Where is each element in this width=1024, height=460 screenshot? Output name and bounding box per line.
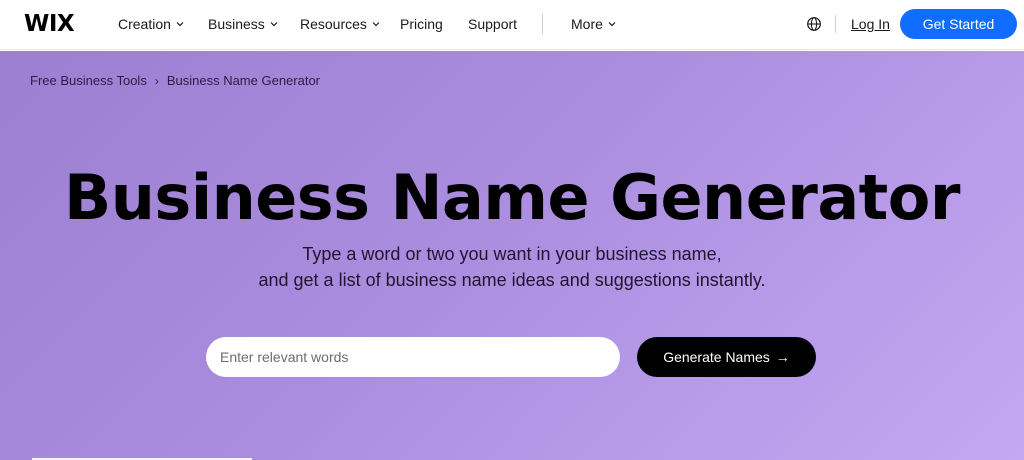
nav-item-creation[interactable]: Creation <box>118 16 185 32</box>
chevron-down-icon <box>607 19 617 29</box>
chevron-down-icon <box>371 19 381 29</box>
login-link[interactable]: Log In <box>851 16 890 32</box>
nav-item-resources[interactable]: Resources <box>300 16 381 32</box>
nav-item-label: Resources <box>300 16 367 32</box>
chevron-down-icon <box>269 19 279 29</box>
page-title: Business Name Generator <box>64 161 960 234</box>
globe-icon[interactable] <box>806 16 822 32</box>
breadcrumb-separator-icon: › <box>154 73 159 88</box>
nav-item-business[interactable]: Business <box>208 16 279 32</box>
breadcrumb: Free Business Tools › Business Name Gene… <box>30 73 320 88</box>
nav-item-support[interactable]: Support <box>468 16 517 32</box>
nav-item-label: Business <box>208 16 265 32</box>
arrow-right-icon: → <box>775 349 790 365</box>
generate-names-button[interactable]: Generate Names → <box>637 337 816 377</box>
generate-names-label: Generate Names <box>663 349 770 365</box>
relevant-words-input[interactable] <box>206 337 620 377</box>
subtitle-line: and get a list of business name ideas an… <box>258 270 766 290</box>
nav-divider <box>542 14 543 34</box>
breadcrumb-item-free-business-tools[interactable]: Free Business Tools <box>30 73 147 88</box>
chevron-down-icon <box>175 19 185 29</box>
nav-item-more[interactable]: More <box>571 16 617 32</box>
top-navigation: WIX Creation Business Resources Pricing … <box>0 0 1024 50</box>
nav-item-label: Support <box>468 16 518 32</box>
nav-item-label: Creation <box>118 16 171 32</box>
subtitle-line: Type a word or two you want in your busi… <box>302 244 722 264</box>
nav-item-label: Pricing <box>400 16 443 32</box>
nav-item-label: More <box>571 16 603 32</box>
get-started-button[interactable]: Get Started <box>900 9 1017 39</box>
nav-item-pricing[interactable]: Pricing <box>400 16 443 32</box>
page-subtitle: Type a word or two you want in your busi… <box>0 241 1024 293</box>
hero-section: Free Business Tools › Business Name Gene… <box>0 51 1024 460</box>
nav-divider <box>835 15 836 33</box>
wix-logo[interactable]: WIX <box>24 11 75 37</box>
breadcrumb-item-current: Business Name Generator <box>166 73 321 88</box>
